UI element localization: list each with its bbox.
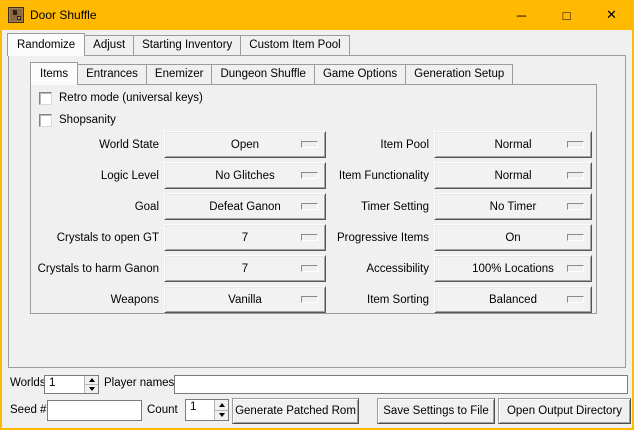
- randomize-tabstrip: Items Entrances Enemizer Dungeon Shuffle…: [30, 60, 513, 84]
- randomize-page: Items Entrances Enemizer Dungeon Shuffle…: [8, 55, 626, 368]
- dropdown-indicator-icon: [567, 234, 584, 241]
- save-settings-button[interactable]: Save Settings to File: [377, 398, 495, 424]
- open-output-directory-button[interactable]: Open Output Directory: [498, 398, 631, 424]
- logic-level-dropdown[interactable]: No Glitches: [164, 162, 326, 189]
- progressive-items-label: Progressive Items: [332, 232, 429, 244]
- accessibility-dropdown[interactable]: 100% Locations: [434, 255, 592, 282]
- shopsanity-label: Shopsanity: [59, 114, 116, 126]
- dropdown-indicator-icon: [301, 265, 318, 272]
- dropdown-indicator-icon: [567, 296, 584, 303]
- seed-input[interactable]: [47, 400, 142, 421]
- seed-label: Seed #: [10, 404, 46, 416]
- tab-entrances[interactable]: Entrances: [77, 64, 147, 84]
- count-up-arrow-icon[interactable]: [215, 400, 228, 410]
- app-window: Door Shuffle ─ □ ✕ Randomize Adjust Star…: [0, 0, 634, 430]
- shopsanity-checkbox[interactable]: [39, 114, 52, 127]
- generate-patched-rom-button[interactable]: Generate Patched Rom: [232, 398, 359, 424]
- items-page: Retro mode (universal keys) Shopsanity W…: [30, 84, 597, 314]
- app-icon: [8, 7, 24, 23]
- window-content: Randomize Adjust Starting Inventory Cust…: [2, 30, 632, 428]
- crystals-gt-dropdown[interactable]: 7: [164, 224, 326, 251]
- crystals-ganon-dropdown[interactable]: 7: [164, 255, 326, 282]
- worlds-up-arrow-icon[interactable]: [85, 376, 98, 384]
- timer-setting-label: Timer Setting: [332, 201, 429, 213]
- dropdown-indicator-icon: [301, 296, 318, 303]
- accessibility-label: Accessibility: [332, 263, 429, 275]
- player-names-label: Player names: [104, 377, 174, 389]
- dropdown-indicator-icon: [301, 172, 318, 179]
- logic-level-label: Logic Level: [31, 170, 159, 182]
- window-controls: ─ □ ✕: [499, 0, 634, 30]
- dropdown-indicator-icon: [301, 203, 318, 210]
- settings-row: Crystals to open GT 7 Progressive Items …: [31, 224, 596, 251]
- world-state-label: World State: [31, 139, 159, 151]
- tab-adjust[interactable]: Adjust: [84, 35, 134, 55]
- crystals-gt-label: Crystals to open GT: [31, 232, 159, 244]
- item-sorting-label: Item Sorting: [332, 294, 429, 306]
- worlds-label: Worlds: [10, 377, 46, 389]
- retro-mode-row: Retro mode (universal keys): [31, 87, 596, 109]
- item-functionality-label: Item Functionality: [332, 170, 429, 182]
- goal-dropdown[interactable]: Defeat Ganon: [164, 193, 326, 220]
- player-names-input[interactable]: [174, 375, 628, 394]
- close-button[interactable]: ✕: [589, 0, 634, 30]
- settings-row: World State Open Item Pool Normal: [31, 131, 596, 158]
- dropdown-indicator-icon: [567, 265, 584, 272]
- count-spinner[interactable]: 1: [185, 399, 229, 421]
- count-down-arrow-icon[interactable]: [215, 410, 228, 421]
- item-functionality-dropdown[interactable]: Normal: [434, 162, 592, 189]
- settings-row: Goal Defeat Ganon Timer Setting No Timer: [31, 193, 596, 220]
- weapons-dropdown[interactable]: Vanilla: [164, 286, 326, 313]
- item-sorting-dropdown[interactable]: Balanced: [434, 286, 592, 313]
- tab-starting-inventory[interactable]: Starting Inventory: [133, 35, 241, 55]
- retro-mode-checkbox[interactable]: [39, 92, 52, 105]
- goal-label: Goal: [31, 201, 159, 213]
- tab-generation-setup[interactable]: Generation Setup: [405, 64, 513, 84]
- settings-row: Weapons Vanilla Item Sorting Balanced: [31, 286, 596, 313]
- maximize-button[interactable]: □: [544, 0, 589, 30]
- tab-items[interactable]: Items: [30, 62, 78, 85]
- main-tabstrip: Randomize Adjust Starting Inventory Cust…: [7, 31, 350, 55]
- progressive-items-dropdown[interactable]: On: [434, 224, 592, 251]
- world-state-dropdown[interactable]: Open: [164, 131, 326, 158]
- dropdown-indicator-icon: [567, 141, 584, 148]
- tab-enemizer[interactable]: Enemizer: [146, 64, 213, 84]
- worlds-value: 1: [45, 376, 84, 393]
- worlds-spinner[interactable]: 1: [44, 375, 99, 394]
- dropdown-indicator-icon: [567, 172, 584, 179]
- tab-randomize[interactable]: Randomize: [7, 33, 85, 56]
- dropdown-indicator-icon: [301, 234, 318, 241]
- title-bar: Door Shuffle ─ □ ✕: [0, 0, 634, 30]
- dropdown-indicator-icon: [567, 203, 584, 210]
- worlds-down-arrow-icon[interactable]: [85, 384, 98, 393]
- settings-row: Crystals to harm Ganon 7 Accessibility 1…: [31, 255, 596, 282]
- item-pool-label: Item Pool: [332, 139, 429, 151]
- window-title: Door Shuffle: [30, 8, 97, 22]
- count-value: 1: [186, 400, 214, 420]
- tab-dungeon-shuffle[interactable]: Dungeon Shuffle: [211, 64, 314, 84]
- count-label: Count: [147, 404, 178, 416]
- retro-mode-label: Retro mode (universal keys): [59, 92, 203, 104]
- minimize-button[interactable]: ─: [499, 0, 544, 30]
- tab-game-options[interactable]: Game Options: [314, 64, 406, 84]
- timer-setting-dropdown[interactable]: No Timer: [434, 193, 592, 220]
- item-pool-dropdown[interactable]: Normal: [434, 131, 592, 158]
- tab-custom-item-pool[interactable]: Custom Item Pool: [240, 35, 349, 55]
- dropdown-indicator-icon: [301, 141, 318, 148]
- settings-row: Logic Level No Glitches Item Functionali…: [31, 162, 596, 189]
- shopsanity-row: Shopsanity: [31, 109, 596, 131]
- weapons-label: Weapons: [31, 294, 159, 306]
- crystals-ganon-label: Crystals to harm Ganon: [31, 263, 159, 275]
